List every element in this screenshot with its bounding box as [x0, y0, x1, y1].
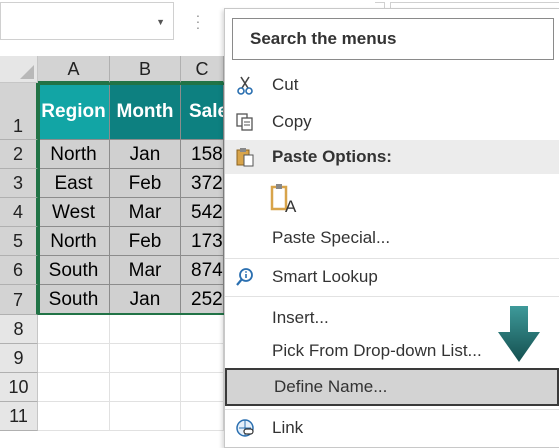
empty-cell[interactable] — [110, 373, 181, 402]
menu-item-smart-lookup[interactable]: Smart Lookup — [225, 260, 559, 294]
select-all-corner[interactable] — [0, 56, 38, 83]
cell-a5[interactable]: North — [38, 227, 110, 256]
empty-cell[interactable] — [38, 344, 110, 373]
column-header-b[interactable]: B — [110, 56, 181, 83]
row-header-8[interactable]: 8 — [0, 315, 38, 344]
scissors-icon — [237, 76, 253, 95]
menu-item-copy-label: Copy — [272, 112, 312, 131]
empty-cell[interactable] — [110, 344, 181, 373]
empty-cell[interactable] — [38, 402, 110, 431]
paste-options-label: Paste Options: — [272, 147, 392, 166]
row-header-9[interactable]: 9 — [0, 344, 38, 373]
menu-separator — [225, 409, 559, 410]
menu-item-insert-label: Insert... — [272, 308, 329, 327]
menu-item-paste-special-label: Paste Special... — [272, 228, 391, 247]
row-header-11[interactable]: 11 — [0, 402, 38, 431]
row-header-2[interactable]: 2 — [0, 140, 38, 169]
cell-a2[interactable]: North — [38, 140, 110, 169]
menu-item-smart-lookup-label: Smart Lookup — [272, 267, 378, 286]
menu-item-paste-special[interactable]: Paste Special... — [225, 221, 559, 255]
cell-b7[interactable]: Jan — [110, 285, 181, 315]
cell-a7[interactable]: South — [38, 285, 110, 315]
cell-c5[interactable]: 173 — [181, 227, 224, 256]
menu-item-copy[interactable]: Copy — [225, 105, 559, 139]
copy-icon — [236, 113, 253, 131]
clipboard-icon — [236, 148, 254, 167]
row-header-1[interactable]: 1 — [0, 83, 38, 140]
search-menus-input[interactable]: Search the menus — [232, 18, 554, 60]
menu-item-cut[interactable]: Cut — [225, 68, 559, 102]
empty-cell[interactable] — [38, 373, 110, 402]
cell-c1[interactable]: Sale — [181, 83, 224, 140]
menu-item-link[interactable]: Link — [225, 411, 559, 445]
name-box[interactable]: ▼ — [0, 2, 174, 40]
menu-item-cut-label: Cut — [272, 75, 299, 94]
svg-text:A: A — [285, 197, 297, 214]
empty-cell[interactable] — [38, 315, 110, 344]
cell-b2[interactable]: Jan — [110, 140, 181, 169]
more-options-icon[interactable]: · · · — [193, 8, 203, 34]
row-header-10[interactable]: 10 — [0, 373, 38, 402]
row-header-5[interactable]: 5 — [0, 227, 38, 256]
cell-b3[interactable]: Feb — [110, 169, 181, 198]
menu-item-define-name-label: Define Name... — [274, 377, 388, 396]
row-header-4[interactable]: 4 — [0, 198, 38, 227]
cell-c3[interactable]: 372 — [181, 169, 224, 198]
column-header-c[interactable]: C — [181, 56, 224, 83]
empty-cell[interactable] — [110, 402, 181, 431]
cell-a4[interactable]: West — [38, 198, 110, 227]
empty-cell[interactable] — [181, 373, 224, 402]
menu-item-link-label: Link — [272, 418, 304, 437]
paste-values-icon[interactable]: A — [270, 182, 298, 214]
cell-b1[interactable]: Month — [110, 83, 181, 140]
menu-separator — [225, 296, 559, 297]
cell-c6[interactable]: 874 — [181, 256, 224, 285]
menu-item-pick-from-list-label: Pick From Drop-down List... — [272, 341, 482, 360]
name-box-dropdown-icon[interactable]: ▼ — [156, 17, 165, 27]
cell-b6[interactable]: Mar — [110, 256, 181, 285]
cell-c7[interactable]: 252 — [181, 285, 224, 315]
row-header-3[interactable]: 3 — [0, 169, 38, 198]
cell-a6[interactable]: South — [38, 256, 110, 285]
cell-c2[interactable]: 158 — [181, 140, 224, 169]
cell-b5[interactable]: Feb — [110, 227, 181, 256]
empty-cell[interactable] — [181, 315, 224, 344]
link-icon — [236, 419, 254, 437]
column-header-a[interactable]: A — [38, 56, 110, 83]
empty-cell[interactable] — [181, 402, 224, 431]
select-all-icon — [20, 65, 34, 79]
row-header-7[interactable]: 7 — [0, 285, 38, 315]
cell-a1[interactable]: Region — [38, 83, 110, 140]
paste-options-header: Paste Options: — [225, 140, 559, 174]
smart-lookup-icon — [236, 268, 253, 286]
empty-cell[interactable] — [110, 315, 181, 344]
menu-item-define-name[interactable]: Define Name... — [225, 368, 559, 406]
down-arrow-annotation-icon — [498, 306, 540, 362]
empty-cell[interactable] — [181, 344, 224, 373]
cell-c4[interactable]: 542 — [181, 198, 224, 227]
menu-separator — [225, 258, 559, 259]
cell-b4[interactable]: Mar — [110, 198, 181, 227]
cell-a3[interactable]: East — [38, 169, 110, 198]
row-header-6[interactable]: 6 — [0, 256, 38, 285]
